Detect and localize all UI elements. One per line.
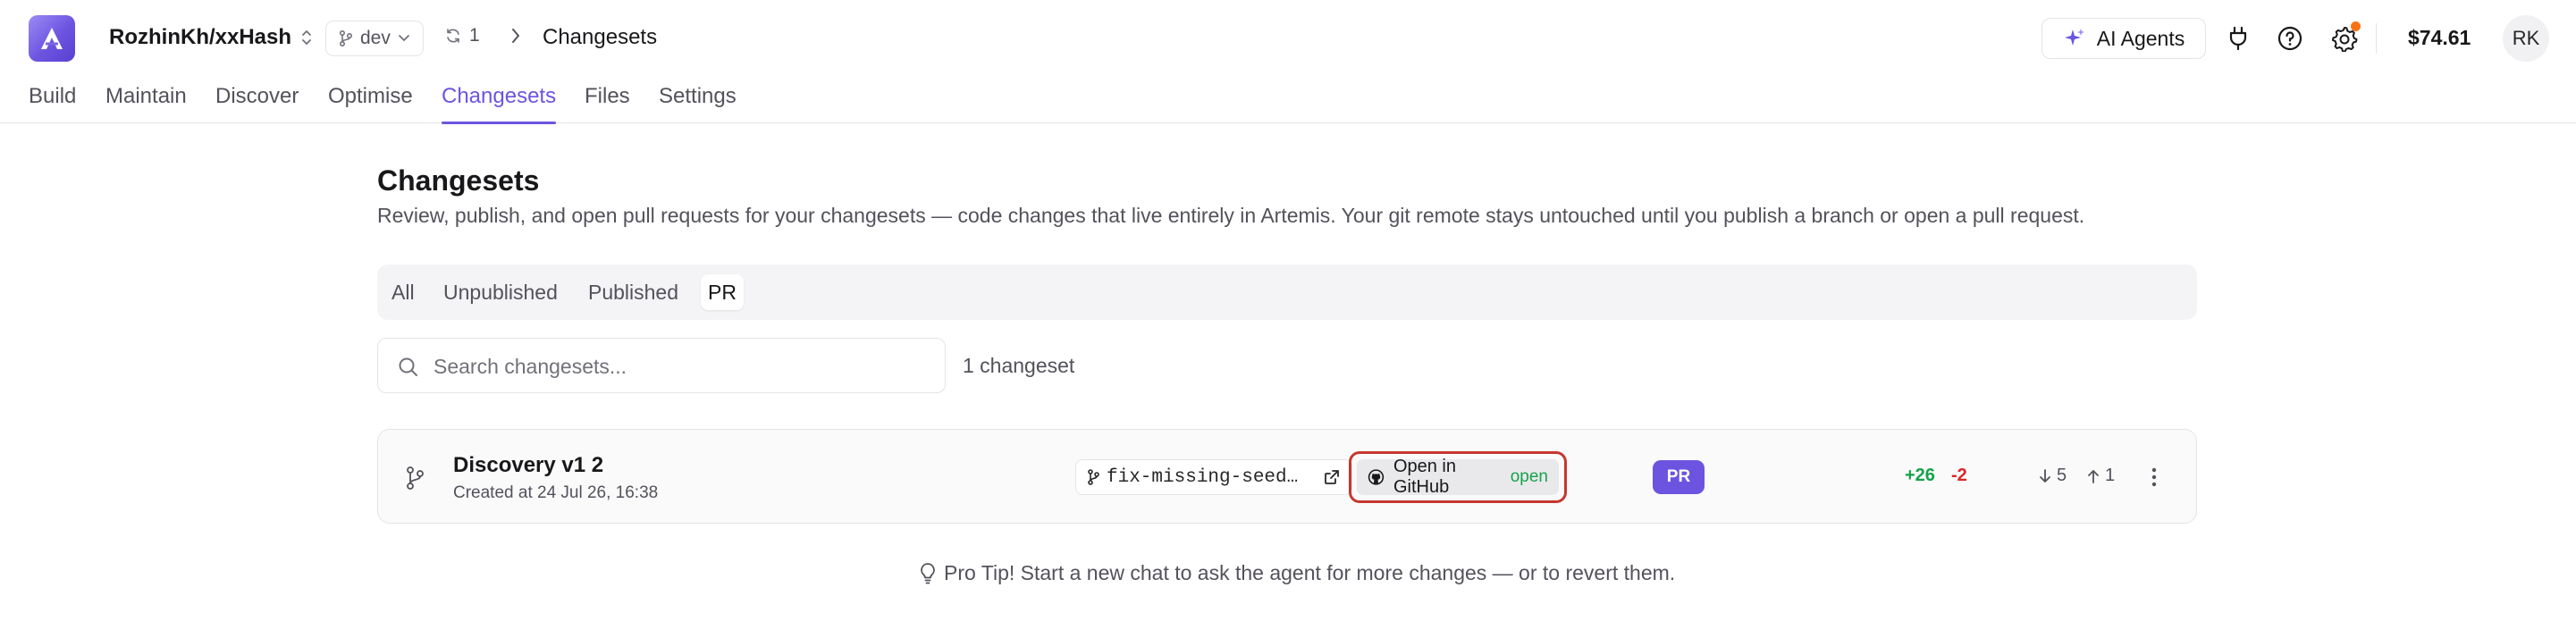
page-title: Changesets — [377, 164, 540, 197]
search-input[interactable] — [434, 349, 934, 383]
page-description: Review, publish, and open pull requests … — [377, 204, 2085, 227]
git-branch-icon — [1088, 469, 1099, 485]
chevron-down-icon — [398, 35, 409, 42]
deletions-count: -2 — [1951, 466, 1967, 485]
toolbar-divider — [2376, 23, 2377, 54]
open-in-github-highlight: Open in GitHub open — [1349, 451, 1567, 503]
pro-tip-text: Pro Tip! Start a new chat to ask the age… — [944, 561, 1676, 584]
arrow-down-icon — [2040, 468, 2050, 483]
branch-name: dev — [360, 28, 391, 48]
project-name: RozhinKh/xxHash — [109, 25, 292, 49]
filter-pr[interactable]: PR — [701, 274, 744, 310]
changeset-title[interactable]: Discovery v1 2 — [453, 453, 603, 478]
tab-files[interactable]: Files — [585, 84, 630, 123]
plug-button[interactable] — [2223, 23, 2253, 54]
main-nav: Build Maintain Discover Optimise Changes… — [0, 77, 2576, 124]
branch-link[interactable]: fix-missing-seed… — [1075, 459, 1352, 495]
logo-icon — [41, 28, 63, 49]
chevron-right-icon — [509, 25, 522, 51]
ai-agents-label: AI Agents — [2096, 26, 2185, 50]
search-box — [377, 338, 946, 393]
changeset-count: 1 changeset — [963, 354, 1075, 377]
pro-tip: Pro Tip! Start a new chat to ask the age… — [919, 561, 1675, 585]
branch-selector[interactable]: dev — [325, 21, 424, 56]
pr-status: open — [1510, 467, 1548, 486]
filter-tabs: All Unpublished Published PR — [377, 264, 2197, 320]
git-branch-icon — [339, 29, 353, 47]
filter-unpublished[interactable]: Unpublished — [436, 274, 565, 310]
commits-behind-count: 5 — [2057, 466, 2067, 485]
filter-all[interactable]: All — [384, 274, 422, 310]
tab-maintain[interactable]: Maintain — [105, 84, 187, 123]
changeset-row[interactable]: Discovery v1 2 Created at 24 Jul 26, 16:… — [377, 429, 2197, 524]
open-in-github-button[interactable]: Open in GitHub open — [1357, 457, 1559, 497]
top-bar: RozhinKh/xxHash dev 1 Changesets AI Agen… — [0, 0, 2576, 77]
more-vertical-icon — [2151, 467, 2157, 487]
plug-icon — [2229, 26, 2247, 51]
commits-behind: 5 — [2039, 466, 2067, 486]
credit-balance: $74.61 — [2408, 26, 2471, 49]
github-icon — [1368, 469, 1385, 485]
branch-link-label: fix-missing-seed… — [1107, 466, 1299, 488]
git-branch-icon — [407, 466, 424, 490]
project-selector[interactable]: RozhinKh/xxHash — [109, 25, 313, 50]
avatar[interactable]: RK — [2503, 15, 2549, 62]
sparkle-icon — [2064, 29, 2084, 46]
changeset-created: Created at 24 Jul 26, 16:38 — [453, 483, 659, 502]
external-link-icon — [1325, 470, 1339, 484]
search-icon — [399, 357, 417, 376]
notification-dot — [2351, 21, 2361, 31]
tab-settings[interactable]: Settings — [659, 84, 737, 123]
avatar-initials: RK — [2512, 27, 2540, 49]
tab-build[interactable]: Build — [29, 84, 76, 123]
open-in-github-label: Open in GitHub — [1393, 457, 1457, 497]
filter-published[interactable]: Published — [581, 274, 686, 310]
tab-optimise[interactable]: Optimise — [328, 84, 413, 123]
tab-discover[interactable]: Discover — [215, 84, 299, 123]
ai-agents-button[interactable]: AI Agents — [2041, 18, 2206, 59]
breadcrumb-current: Changesets — [543, 25, 658, 49]
chevron-up-down-icon — [300, 29, 313, 46]
commits-ahead: 1 — [2087, 466, 2115, 486]
refresh-icon — [447, 29, 459, 43]
arrow-up-icon — [2088, 469, 2099, 483]
commits-ahead-count: 1 — [2105, 466, 2116, 485]
help-circle-icon — [2277, 26, 2302, 51]
app-logo[interactable] — [29, 15, 75, 62]
more-actions-button[interactable] — [2141, 462, 2168, 492]
settings-button[interactable] — [2329, 21, 2361, 54]
lightbulb-icon — [921, 562, 935, 583]
additions-count: +26 — [1905, 466, 1935, 485]
sync-button[interactable]: 1 — [445, 25, 480, 46]
pr-badge: PR — [1653, 460, 1705, 494]
tab-changesets[interactable]: Changesets — [442, 84, 557, 124]
sync-count: 1 — [469, 25, 480, 46]
help-button[interactable] — [2275, 23, 2305, 54]
